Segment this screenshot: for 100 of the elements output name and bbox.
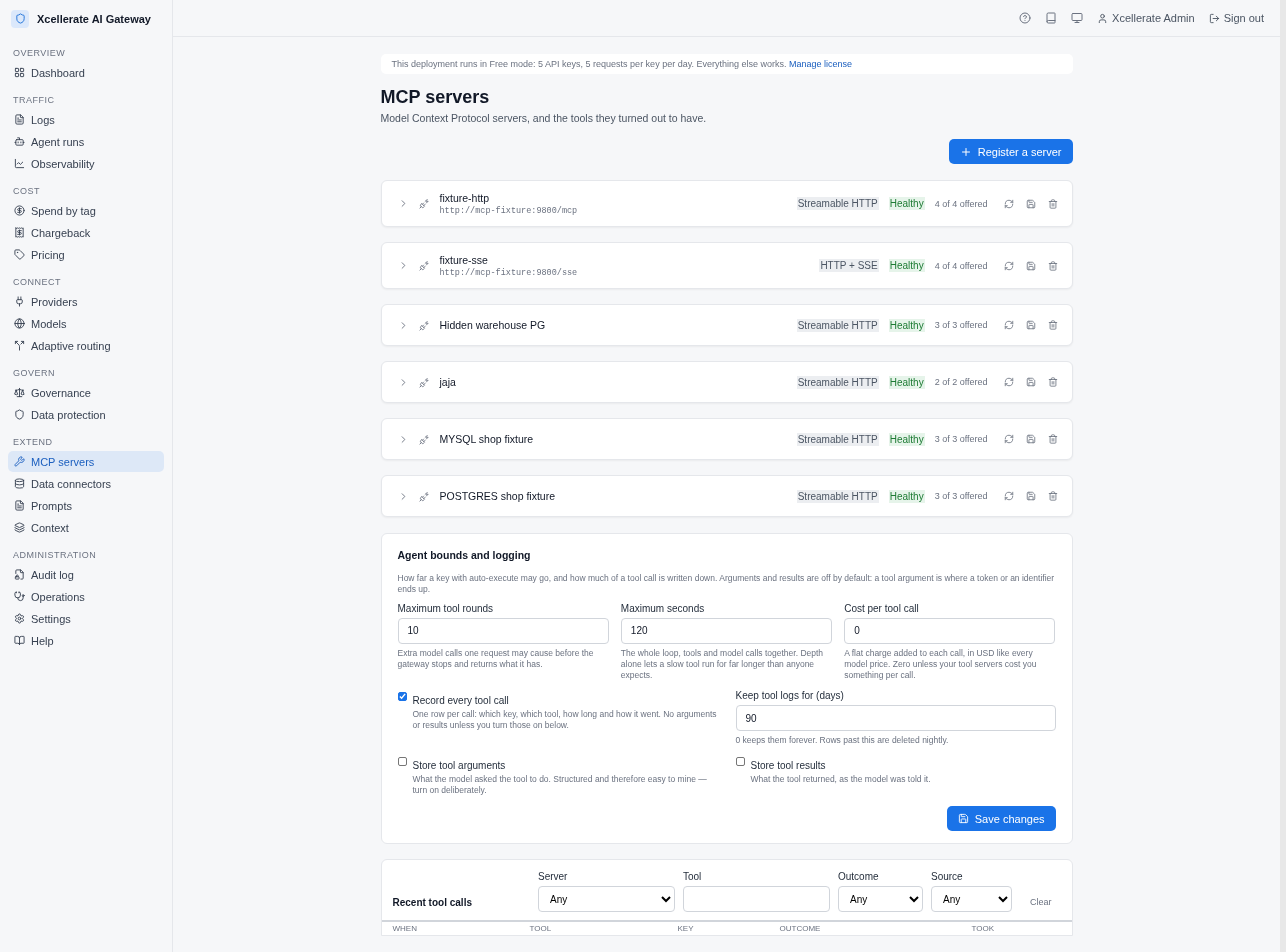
column-header: WHEN bbox=[392, 924, 418, 934]
delete-button[interactable] bbox=[1047, 260, 1058, 271]
help-text: 0 keeps them forever. Rows past this are deleted nightly. bbox=[735, 735, 950, 747]
filter-field[interactable] bbox=[683, 886, 830, 913]
split-icon bbox=[14, 340, 25, 351]
chart-icon bbox=[14, 158, 25, 169]
manage-license-link[interactable]: Manage license bbox=[789, 59, 853, 69]
checkbox[interactable] bbox=[397, 757, 407, 767]
lock-document-icon bbox=[14, 569, 25, 580]
save-button[interactable] bbox=[1025, 320, 1036, 330]
dollar-icon bbox=[14, 205, 25, 216]
sidebar-item[interactable]: Pricing bbox=[8, 244, 164, 265]
health-status: Healthy bbox=[888, 259, 925, 272]
filter-label: Tool bbox=[683, 871, 703, 883]
card-title: Agent bounds and logging bbox=[397, 549, 532, 561]
save-button[interactable] bbox=[1025, 198, 1036, 209]
sidebar-item[interactable]: Governance bbox=[8, 382, 164, 403]
delete-button[interactable] bbox=[1047, 434, 1058, 444]
number-field[interactable]: 10 bbox=[397, 617, 609, 644]
tools-offered: 3 of 3 offered bbox=[934, 320, 988, 330]
sidebar-item[interactable]: Agent runs bbox=[8, 131, 164, 152]
sidebar-item[interactable]: Data connectors bbox=[8, 473, 164, 494]
sidebar-item[interactable]: Dashboard bbox=[8, 62, 164, 83]
transport-tag: Streamable HTTP bbox=[796, 197, 879, 210]
sidebar-item[interactable]: Settings bbox=[8, 608, 164, 629]
field-label: Maximum seconds bbox=[620, 602, 706, 614]
sidebar-item[interactable]: Observability bbox=[8, 153, 164, 174]
server-url: http://mcp-fixture:9800/sse bbox=[439, 267, 579, 278]
filter-dropdown[interactable]: Any bbox=[931, 886, 1012, 913]
column-header: TOOL bbox=[529, 924, 553, 934]
section-title: GOVERN bbox=[12, 367, 56, 380]
transport-tag: Streamable HTTP bbox=[796, 489, 879, 503]
page-title: MCP servers bbox=[380, 87, 491, 108]
filter-dropdown[interactable]: Any bbox=[538, 886, 675, 913]
help-text: The whole loop, tools and model calls together. Depth alone lets a slow tool run for far longer than anyone expects. bbox=[620, 647, 825, 682]
clear-button[interactable]: Clear bbox=[1024, 896, 1058, 909]
plug-icon bbox=[418, 433, 430, 445]
number-field[interactable]: 120 bbox=[620, 617, 833, 644]
refresh-button[interactable] bbox=[1003, 491, 1014, 501]
number-field[interactable]: 0 bbox=[844, 617, 1056, 644]
book-icon[interactable] bbox=[1045, 12, 1058, 24]
column-header: KEY bbox=[677, 924, 695, 934]
delete-button[interactable] bbox=[1047, 377, 1058, 387]
tools-offered: 4 of 4 offered bbox=[934, 198, 988, 209]
monitor-icon[interactable] bbox=[1071, 12, 1084, 24]
sidebar-item[interactable]: Providers bbox=[8, 291, 164, 312]
sidebar-item[interactable]: Audit log bbox=[8, 564, 164, 585]
filter-dropdown[interactable]: Any bbox=[838, 886, 923, 913]
save-button[interactable] bbox=[1025, 434, 1036, 444]
help-text: What the model asked the tool to do. Structured and therefore easy to mine — turn on deliberately. bbox=[412, 774, 708, 797]
filter-label: Outcome bbox=[838, 871, 880, 883]
health-status: Healthy bbox=[888, 318, 925, 332]
save-button[interactable] bbox=[1025, 491, 1036, 501]
refresh-button[interactable] bbox=[1003, 320, 1014, 330]
sidebar-item[interactable]: Help bbox=[8, 630, 164, 651]
sidebar-item[interactable]: Context bbox=[8, 517, 164, 538]
tag-icon bbox=[14, 249, 25, 260]
filter-label: Server bbox=[538, 871, 569, 883]
logo-icon bbox=[11, 9, 29, 28]
scale-icon bbox=[14, 387, 25, 398]
delete-button[interactable] bbox=[1047, 198, 1058, 209]
sidebar-item[interactable]: MCP servers bbox=[8, 451, 164, 472]
robot-icon bbox=[14, 136, 25, 147]
save-changes-button[interactable]: Save changes bbox=[946, 806, 1056, 832]
sidebar-item[interactable]: Prompts bbox=[8, 495, 164, 516]
refresh-button[interactable] bbox=[1003, 198, 1014, 209]
sidebar-item[interactable]: Logs bbox=[8, 109, 164, 130]
server-name: fixture-http bbox=[439, 191, 491, 204]
refresh-button[interactable] bbox=[1003, 434, 1014, 444]
transport-tag: Streamable HTTP bbox=[796, 375, 879, 389]
save-button[interactable] bbox=[1025, 377, 1036, 387]
layers-icon bbox=[14, 522, 25, 533]
checkbox[interactable] bbox=[397, 692, 407, 702]
help-text: A flat charge added to each call, in USD like every model price. Zero unless your tool servers cost you something per call. bbox=[844, 647, 1038, 682]
section-title: CONNECT bbox=[12, 276, 62, 289]
refresh-button[interactable] bbox=[1003, 377, 1014, 387]
tools-offered: 2 of 2 offered bbox=[934, 377, 988, 387]
sidebar-item[interactable]: Chargeback bbox=[8, 222, 164, 243]
card-description: How far a key with auto-execute may go, and how much of a tool call is written down. Arguments and results are off by default: a tool argument is where a token or an identifier ends up. bbox=[397, 573, 1056, 596]
sign-out-link[interactable]: Sign out bbox=[1208, 12, 1264, 24]
sidebar-item[interactable]: Spend by tag bbox=[8, 200, 164, 221]
user-menu[interactable]: Xcellerate Admin bbox=[1097, 12, 1195, 24]
server-name: Hidden warehouse PG bbox=[439, 319, 547, 331]
number-field[interactable]: 90 bbox=[735, 705, 1056, 732]
sidebar-item[interactable]: Adaptive routing bbox=[8, 335, 164, 356]
register-server-button[interactable]: Register a server bbox=[948, 139, 1073, 164]
stethoscope-icon bbox=[14, 591, 25, 602]
checkbox[interactable] bbox=[735, 757, 745, 767]
delete-button[interactable] bbox=[1047, 320, 1058, 330]
sidebar-item[interactable]: Operations bbox=[8, 586, 164, 607]
transport-tag: HTTP + SSE bbox=[819, 259, 879, 272]
save-button[interactable] bbox=[1025, 260, 1036, 271]
section-title: EXTEND bbox=[12, 436, 54, 449]
sidebar-item[interactable]: Data protection bbox=[8, 404, 164, 425]
sidebar-item[interactable]: Models bbox=[8, 313, 164, 334]
help-icon[interactable] bbox=[1019, 12, 1032, 24]
field-label: Cost per tool call bbox=[844, 602, 920, 614]
delete-button[interactable] bbox=[1047, 491, 1058, 501]
transport-tag: Streamable HTTP bbox=[796, 318, 879, 332]
refresh-button[interactable] bbox=[1003, 260, 1014, 271]
